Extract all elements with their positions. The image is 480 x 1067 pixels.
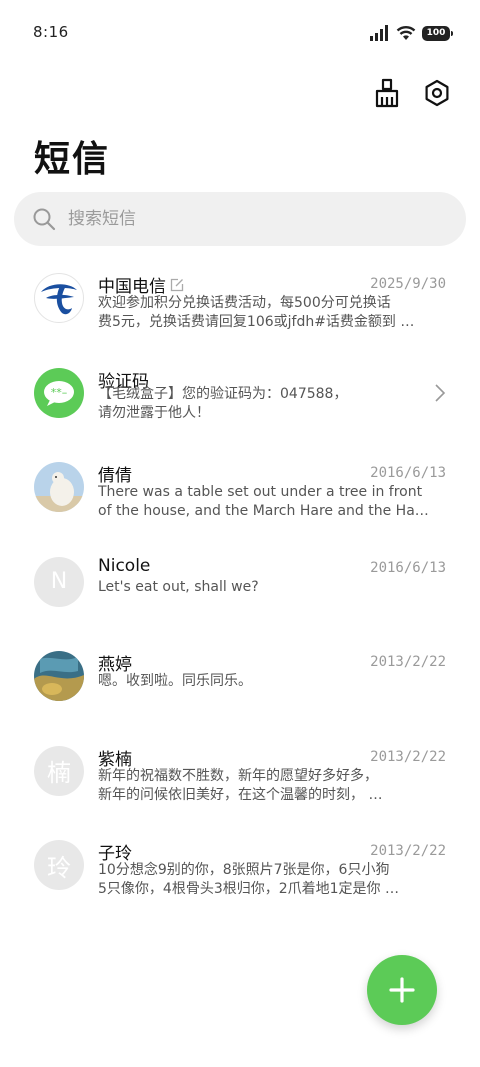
messages-screen: 8:16 100 短信 搜索短信 中国电信 2025/9/30 欢迎参加积分兑换… (0, 0, 480, 1067)
conversation-date: 2013/2/22 (370, 748, 446, 765)
battery-level: 100 (426, 28, 446, 38)
conversation-date: 2025/9/30 (370, 276, 446, 292)
conversation-preview: 【毛绒盒子】您的验证码为：047588， 请勿泄露于他人！ (98, 385, 434, 423)
avatar (34, 273, 84, 323)
signal-icon (370, 25, 388, 41)
conversation-item[interactable]: N Nicole 2016/6/13 Let's eat out, shall … (0, 542, 480, 637)
preview-line: There was a table set out under a tree i… (98, 484, 423, 500)
conversation-preview: Let's eat out, shall we? (98, 578, 434, 597)
status-bar: 8:16 100 (0, 0, 480, 66)
broom-icon (375, 78, 399, 108)
settings-button[interactable] (420, 76, 454, 110)
status-icons: 100 (370, 24, 453, 42)
preview-line: 费5元，兑换话费请回复106或jfdh#话费金额到 … (98, 314, 415, 330)
preview-line: 嗯。收到啦。同乐同乐。 (98, 673, 252, 689)
avatar (34, 462, 84, 512)
conversation-name: Nicole (98, 555, 151, 576)
avatar: 玲 (34, 840, 84, 890)
header-actions (370, 76, 454, 110)
clean-button[interactable] (370, 76, 404, 110)
preview-line: of the house, and the March Hare and the… (98, 503, 434, 519)
new-message-button[interactable] (367, 955, 437, 1025)
china-telecom-logo (41, 284, 77, 315)
plus-icon (389, 977, 415, 1003)
preview-line: 请勿泄露于他人！ (98, 404, 210, 421)
conversation-list: 中国电信 2025/9/30 欢迎参加积分兑换话费活动，每500分可兑换话 费5… (0, 258, 480, 920)
conversation-preview: There was a table set out under a tree i… (98, 483, 434, 521)
svg-text:**–: **– (51, 386, 68, 399)
polar-bear-photo (34, 462, 84, 512)
avatar: N (34, 556, 84, 607)
conversation-item[interactable]: **– 验证码 【毛绒盒子】您的验证码为：047588， 请勿泄露于他人！ (0, 353, 480, 448)
preview-line: 10分想念9别的你，8张照片7张是你，6只小狗 (98, 862, 390, 878)
conversation-item[interactable]: 倩倩 2016/6/13 There was a table set out u… (0, 447, 480, 542)
conversation-date: 2016/6/13 (370, 559, 446, 576)
avatar-initial: 玲 (47, 853, 71, 882)
conversation-item[interactable]: 玲 子玲 2013/2/22 10分想念9别的你，8张照片7张是你，6只小狗 5… (0, 825, 480, 920)
conversation-date: 2016/6/13 (370, 465, 446, 481)
conversation-preview: 嗯。收到啦。同乐同乐。 (98, 672, 434, 691)
preview-line: 新年的祝福数不胜数，新年的愿望好多好多， (98, 767, 378, 784)
conversation-preview: 新年的祝福数不胜数，新年的愿望好多好多， 新年的问候依旧美好，在这个温馨的时刻，… (98, 767, 434, 805)
preview-line: 【毛绒盒子】您的验证码为：047588， (98, 385, 348, 402)
search-input[interactable] (68, 209, 428, 229)
avatar: **– (34, 367, 84, 418)
search-bar[interactable] (14, 192, 466, 246)
landscape-photo (34, 651, 84, 701)
conversation-date: 2013/2/22 (370, 654, 446, 670)
conversation-item[interactable]: 楠 紫楠 2013/2/22 新年的祝福数不胜数，新年的愿望好多好多， 新年的问… (0, 731, 480, 826)
conversation-preview: 10分想念9别的你，8张照片7张是你，6只小狗 5只像你，4根骨头3根归你，2爪… (98, 861, 434, 899)
conversation-date: 2013/2/22 (370, 843, 446, 859)
preview-line: 欢迎参加积分兑换话费活动，每500分可兑换话 (98, 295, 391, 311)
settings-icon (425, 79, 449, 107)
message-bubble-icon: **– (44, 380, 74, 406)
status-time: 8:16 (33, 23, 69, 41)
page-title: 短信 (34, 139, 111, 180)
conversation-item[interactable]: 燕婷 2013/2/22 嗯。收到啦。同乐同乐。 (0, 636, 480, 731)
avatar-initial: N (50, 569, 68, 594)
chevron-right-icon (435, 383, 446, 402)
search-icon (33, 208, 56, 231)
preview-line: Let's eat out, shall we? (98, 578, 259, 595)
conversation-item[interactable]: 中国电信 2025/9/30 欢迎参加积分兑换话费活动，每500分可兑换话 费5… (0, 258, 480, 353)
avatar (34, 651, 84, 701)
preview-line: 5只像你，4根骨头3根归你，2爪着地1定是你 … (98, 881, 399, 897)
avatar: 楠 (34, 745, 84, 796)
conversation-preview: 欢迎参加积分兑换话费活动，每500分可兑换话 费5元，兑换话费请回复106或jf… (98, 294, 434, 332)
wifi-icon (396, 26, 416, 40)
preview-line: 新年的问候依旧美好，在这个温馨的时刻， … (98, 786, 383, 803)
battery-icon: 100 (422, 25, 453, 41)
avatar-initial: 楠 (47, 759, 71, 787)
